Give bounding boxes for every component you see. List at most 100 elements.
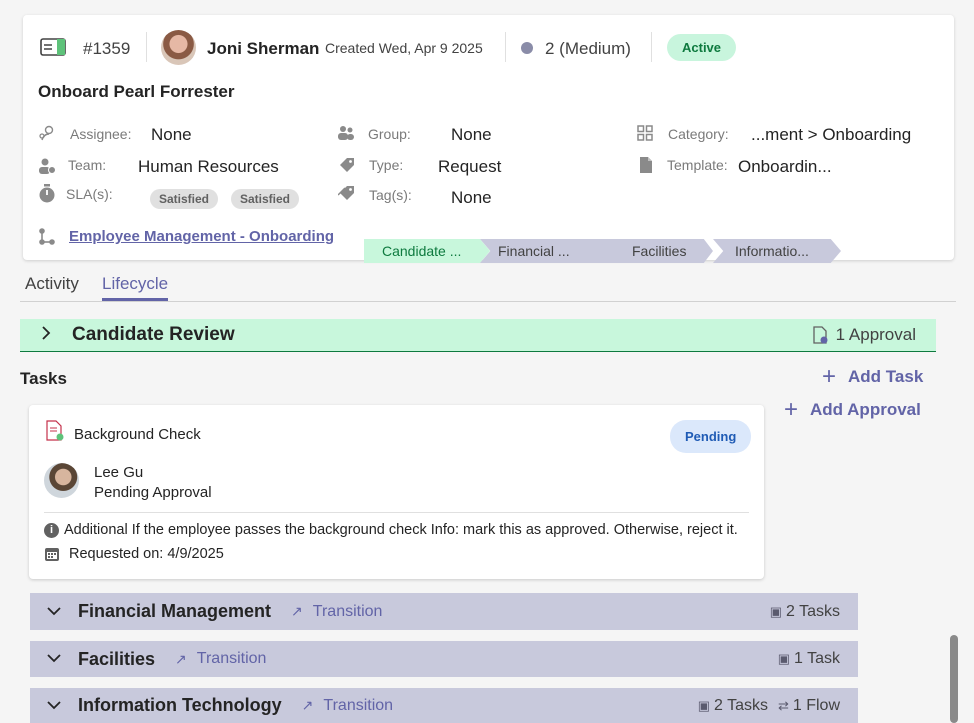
section-tasks: ▣ 2 Tasks ⇄ 1 Flow bbox=[698, 697, 840, 715]
tags-value[interactable]: None bbox=[451, 188, 492, 208]
ticket-title: Onboard Pearl Forrester bbox=[38, 82, 235, 101]
task-title[interactable]: Background Check bbox=[74, 426, 201, 443]
transition-link[interactable]: ↗ Transition bbox=[302, 697, 393, 715]
stage-label: Informatio... bbox=[735, 243, 809, 259]
stage-label: Facilities bbox=[632, 243, 687, 259]
category-label: Category: bbox=[668, 126, 729, 142]
current-stage-banner[interactable]: Candidate Review 1 Approval bbox=[20, 319, 936, 352]
transition-icon: ↗ bbox=[301, 697, 314, 713]
task-card[interactable]: Background Check Pending Lee Gu Pending … bbox=[29, 405, 764, 579]
priority: 2 (Medium) bbox=[545, 39, 631, 58]
group-label: Group: bbox=[368, 126, 411, 142]
ticket-number: #1359 bbox=[83, 39, 131, 58]
section-task-count: 2 Tasks bbox=[714, 696, 768, 714]
tab-bar: Activity Lifecycle bbox=[20, 268, 956, 302]
ticket-icon bbox=[38, 37, 68, 62]
section-flow-count: 1 Flow bbox=[792, 696, 840, 714]
approval-icon bbox=[813, 326, 828, 349]
plus-icon: + bbox=[784, 396, 799, 423]
sla-badge: Satisfied bbox=[231, 189, 300, 209]
workflow-icon bbox=[38, 227, 56, 250]
section-task-count: 2 Tasks bbox=[786, 602, 840, 620]
section-title: Financial Management bbox=[78, 601, 272, 621]
tasks-icon: ▣ bbox=[777, 651, 791, 666]
tags-label: Tag(s): bbox=[369, 187, 412, 203]
chevron-down-icon bbox=[30, 697, 78, 715]
sla-badge: Satisfied bbox=[150, 189, 219, 209]
divider bbox=[505, 32, 506, 62]
info-icon: i bbox=[44, 523, 59, 538]
section-title: Information Technology bbox=[78, 695, 282, 715]
transition-icon: ↗ bbox=[291, 603, 303, 619]
task-status-badge: Pending bbox=[670, 420, 752, 453]
assignee-value[interactable]: None bbox=[151, 125, 192, 145]
section-tasks: ▣ 2 Tasks bbox=[770, 603, 840, 621]
team-value[interactable]: Human Resources bbox=[138, 157, 279, 177]
chevron-down-icon bbox=[30, 603, 78, 621]
current-stage-title: Candidate Review bbox=[72, 324, 235, 345]
approval-doc-icon bbox=[46, 420, 64, 447]
transition-link[interactable]: ↗ Transition bbox=[175, 650, 266, 668]
template-label: Template: bbox=[667, 157, 728, 173]
add-task-button[interactable]: + Add Task bbox=[822, 363, 924, 390]
category-value[interactable]: ...ment > Onboarding bbox=[751, 125, 911, 145]
divider bbox=[651, 32, 652, 62]
priority-dot-icon bbox=[521, 42, 533, 54]
tasks-icon: ▣ bbox=[769, 603, 783, 619]
requester-name[interactable]: Joni Sherman bbox=[207, 39, 319, 59]
transition-icon: ↗ bbox=[175, 650, 187, 667]
task-info: Additional If the employee passes the ba… bbox=[64, 522, 738, 538]
add-approval-button[interactable]: + Add Approval bbox=[784, 396, 921, 423]
type-label: Type: bbox=[369, 157, 404, 173]
chevron-right-icon bbox=[20, 325, 72, 345]
created-date: Created Wed, Apr 9 2025 bbox=[325, 40, 483, 56]
section-title: Facilities bbox=[78, 648, 156, 669]
add-approval-label: Add Approval bbox=[810, 400, 921, 419]
tags-icon bbox=[337, 184, 356, 207]
section-tasks: ▣ 1 Task bbox=[778, 650, 840, 668]
tab-lifecycle[interactable]: Lifecycle bbox=[102, 274, 169, 301]
scrollbar-thumb[interactable] bbox=[950, 635, 958, 723]
stage-information[interactable]: Informatio... bbox=[713, 239, 841, 263]
calendar-icon bbox=[44, 546, 60, 567]
stage-financial[interactable]: Financial ... bbox=[480, 239, 609, 263]
divider bbox=[146, 32, 147, 62]
team-icon bbox=[38, 157, 56, 180]
tab-activity[interactable]: Activity bbox=[25, 274, 79, 294]
workflow-link[interactable]: Employee Management - Onboarding bbox=[69, 228, 334, 245]
task-assignee-status: Pending Approval bbox=[94, 484, 212, 501]
type-value[interactable]: Request bbox=[438, 157, 501, 177]
section-information-technology[interactable]: Information Technology ↗ Transition ▣ 2 … bbox=[30, 688, 858, 723]
template-value[interactable]: Onboardin... bbox=[738, 157, 832, 177]
ticket-card: #1359 Joni Sherman Created Wed, Apr 9 20… bbox=[23, 15, 954, 263]
section-financial[interactable]: Financial Management ↗ Transition ▣ 2 Ta… bbox=[30, 593, 858, 630]
approval-count: 1 Approval bbox=[835, 325, 916, 344]
task-assignee: Lee Gu bbox=[94, 464, 144, 481]
status-badge: Active bbox=[667, 34, 737, 61]
group-icon bbox=[337, 125, 355, 146]
grid-icon bbox=[637, 125, 653, 146]
team-label: Team: bbox=[68, 157, 107, 173]
transition-label: Transition bbox=[196, 650, 267, 667]
section-task-count: 1 Task bbox=[794, 650, 840, 667]
task-requested: Requested on: 4/9/2025 bbox=[69, 546, 224, 562]
stage-label: Financial ... bbox=[498, 243, 570, 259]
requester-avatar[interactable] bbox=[161, 30, 196, 65]
stage-facilities[interactable]: Facilities bbox=[598, 239, 713, 263]
transition-label: Transition bbox=[312, 602, 383, 620]
add-task-label: Add Task bbox=[848, 367, 924, 386]
group-value[interactable]: None bbox=[451, 125, 492, 145]
tasks-heading: Tasks bbox=[20, 369, 67, 388]
tag-icon bbox=[338, 156, 356, 179]
sla-label: SLA(s): bbox=[66, 186, 113, 202]
transition-link[interactable]: ↗ Transition bbox=[291, 603, 382, 621]
assignee-label: Assignee: bbox=[70, 126, 132, 142]
flow-icon: ⇄ bbox=[777, 697, 789, 713]
plus-icon: + bbox=[822, 363, 837, 390]
stage-label: Candidate ... bbox=[382, 243, 462, 259]
transition-label: Transition bbox=[323, 696, 394, 714]
section-facilities[interactable]: Facilities ↗ Transition ▣ 1 Task bbox=[30, 641, 858, 677]
person-icon bbox=[38, 124, 56, 147]
avatar bbox=[44, 463, 79, 498]
stage-candidate[interactable]: Candidate ... bbox=[364, 239, 490, 263]
